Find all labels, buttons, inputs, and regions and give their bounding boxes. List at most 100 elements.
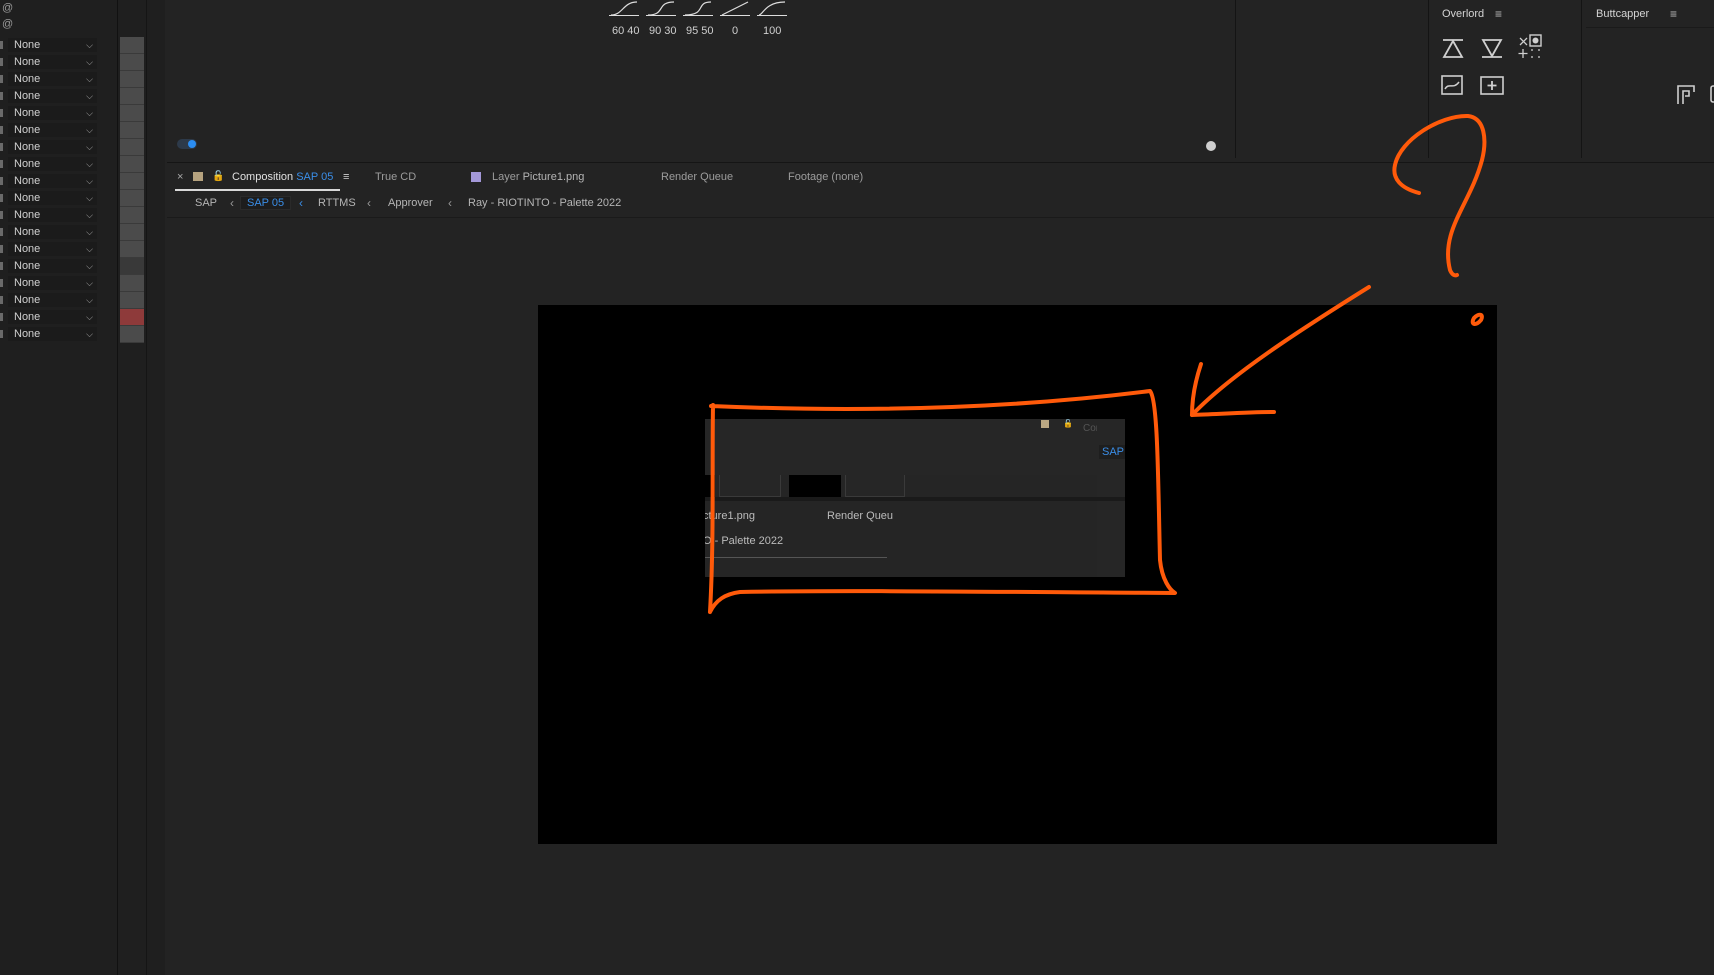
easing-curve-icon[interactable] (646, 0, 676, 16)
label-color-swatch[interactable] (120, 105, 144, 122)
label-color-swatch[interactable] (120, 258, 144, 275)
collapse-down-icon[interactable] (1479, 36, 1505, 60)
label-color-swatch[interactable] (120, 207, 144, 224)
chevron-down-icon: ⌵ (86, 312, 93, 322)
tab-render-queue[interactable]: Render Queue (661, 171, 733, 183)
panel-menu-icon[interactable]: ≡ (1670, 7, 1677, 21)
easing-label: 100 (763, 25, 782, 37)
easing-curve-icon[interactable] (609, 0, 639, 16)
layer-row: None ⌵ (0, 207, 146, 224)
layer-row: None ⌵ (0, 292, 146, 309)
parent-dropdown-label: None (14, 141, 41, 153)
panel-menu-icon[interactable]: ≡ (1495, 7, 1502, 21)
label-color-swatch[interactable] (120, 156, 144, 173)
corner-cap-icon[interactable] (1674, 82, 1700, 106)
composition-viewer[interactable]: 🔓 Compos SAP cture1.png Render Queu O - … (538, 305, 1497, 844)
row-marker (0, 228, 3, 236)
tab-layer-label: Layer (492, 171, 520, 183)
add-item-icon[interactable] (1479, 74, 1505, 98)
row-marker (0, 330, 3, 338)
parent-dropdown[interactable]: None ⌵ (8, 55, 97, 69)
tab-menu-icon[interactable]: ≡ (343, 171, 349, 183)
label-color-swatch[interactable] (120, 37, 144, 54)
chevron-down-icon: ⌵ (86, 91, 93, 101)
tab-layer[interactable]: Layer Picture1.png (492, 171, 584, 183)
parent-dropdown-label: None (14, 39, 41, 51)
row-marker (0, 126, 3, 134)
breadcrumb-approver[interactable]: Approver (388, 197, 433, 209)
parent-dropdown-label: None (14, 158, 41, 170)
parent-dropdown-label: None (14, 260, 41, 272)
sparkle-icon[interactable] (1517, 34, 1543, 58)
parent-dropdown[interactable]: None ⌵ (8, 242, 97, 256)
pickwhip-icon[interactable]: @ (2, 2, 13, 18)
easing-curve-icon[interactable] (683, 0, 713, 16)
label-color-swatch[interactable] (120, 122, 144, 139)
row-marker (0, 194, 3, 202)
chevron-down-icon: ⌵ (86, 261, 93, 271)
label-color-swatch[interactable] (120, 275, 144, 292)
tab-footage[interactable]: Footage (none) (788, 171, 863, 183)
toggle-switch[interactable] (177, 139, 197, 149)
parent-dropdown[interactable]: None ⌵ (8, 310, 97, 324)
parent-dropdown[interactable]: None ⌵ (8, 208, 97, 222)
nested-screenshot: 🔓 Compos SAP cture1.png Render Queu O - … (705, 419, 1125, 577)
parent-dropdown[interactable]: None ⌵ (8, 72, 97, 86)
parent-dropdown[interactable]: None ⌵ (8, 191, 97, 205)
nested-divider (705, 497, 1125, 501)
label-color-swatch[interactable] (120, 71, 144, 88)
label-color-swatch[interactable] (120, 224, 144, 241)
layer-row: None ⌵ (0, 139, 146, 156)
layer-row: None ⌵ (0, 326, 146, 343)
parent-dropdown[interactable]: None ⌵ (8, 157, 97, 171)
breadcrumb-rttms[interactable]: RTTMS (318, 197, 356, 209)
pickwhip-icon[interactable]: @ (2, 18, 13, 34)
label-color-swatch[interactable] (120, 326, 144, 343)
layer-row: None ⌵ (0, 309, 146, 326)
parent-dropdown[interactable]: None ⌵ (8, 293, 97, 307)
expand-up-icon[interactable] (1440, 36, 1466, 60)
tab-composition[interactable]: Composition SAP 05 (232, 171, 333, 183)
row-marker (0, 296, 3, 304)
nested-panel (705, 419, 1125, 475)
parent-dropdown[interactable]: None ⌵ (8, 225, 97, 239)
label-color-swatch[interactable] (120, 173, 144, 190)
panel-title: Overlord (1442, 8, 1485, 20)
parent-dropdown-label: None (14, 311, 41, 323)
parent-dropdown[interactable]: None ⌵ (8, 327, 97, 341)
breadcrumb-ray-riotinto[interactable]: Ray - RIOTINTO - Palette 2022 (468, 197, 621, 209)
easing-curve-icon[interactable] (757, 0, 787, 16)
label-color-swatch[interactable] (120, 309, 144, 326)
parent-dropdown[interactable]: None ⌵ (8, 174, 97, 188)
parent-dropdown[interactable]: None ⌵ (8, 89, 97, 103)
parent-dropdown[interactable]: None ⌵ (8, 276, 97, 290)
label-color-swatch[interactable] (120, 241, 144, 258)
chevron-down-icon: ⌵ (86, 74, 93, 84)
parent-dropdown[interactable]: None ⌵ (8, 259, 97, 273)
label-color-swatch[interactable] (120, 292, 144, 309)
image-import-icon[interactable] (1440, 74, 1466, 98)
tab-true-cd[interactable]: True CD (375, 171, 416, 183)
easing-curve-icon[interactable] (720, 0, 750, 16)
parent-dropdown[interactable]: None ⌵ (8, 123, 97, 137)
parent-dropdown[interactable]: None ⌵ (8, 38, 97, 52)
parent-dropdown[interactable]: None ⌵ (8, 106, 97, 120)
cap-icon-partial[interactable] (1702, 82, 1714, 106)
lock-icon[interactable]: 🔓 (212, 171, 224, 182)
close-tab-icon[interactable]: × (177, 171, 183, 183)
easing-label: 95 50 (686, 25, 714, 37)
chevron-down-icon: ⌵ (86, 108, 93, 118)
chevron-down-icon: ⌵ (86, 57, 93, 67)
tab-layer-name: Picture1.png (522, 171, 585, 183)
parent-dropdown[interactable]: None ⌵ (8, 140, 97, 154)
chevron-down-icon: ⌵ (86, 210, 93, 220)
layer-row: None ⌵ (0, 275, 146, 292)
label-color-swatch[interactable] (120, 139, 144, 156)
breadcrumb-sap[interactable]: SAP (195, 197, 217, 209)
label-color-swatch[interactable] (120, 88, 144, 105)
label-color-swatch[interactable] (120, 190, 144, 207)
breadcrumb-sap-05[interactable]: SAP 05 (240, 196, 292, 210)
label-color-swatch[interactable] (120, 54, 144, 71)
tab-composition-name: SAP 05 (296, 171, 334, 183)
chevron-down-icon: ⌵ (86, 159, 93, 169)
